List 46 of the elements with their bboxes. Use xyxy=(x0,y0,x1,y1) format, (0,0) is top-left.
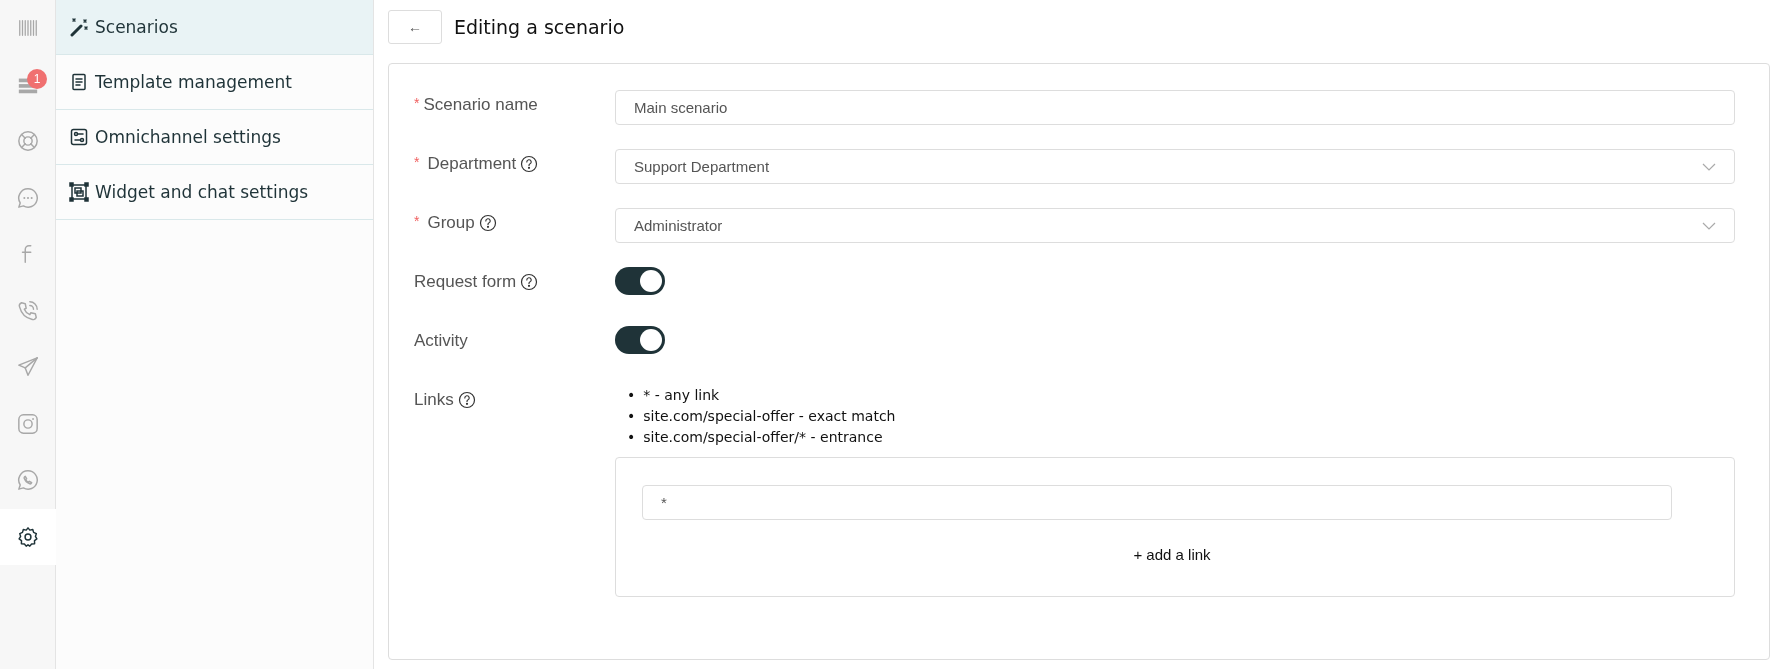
sidebar-item[interactable]: Scenarios xyxy=(56,0,373,55)
hint-text: * - any link xyxy=(643,386,720,405)
page-title: Editing a scenario xyxy=(454,16,625,38)
frame-icon xyxy=(69,182,89,202)
select-field[interactable]: Support Department xyxy=(615,149,1735,184)
toggle-switch[interactable] xyxy=(615,267,665,295)
text-input[interactable]: Main scenario xyxy=(615,90,1735,125)
sidebar-item[interactable]: Omnichannel settings xyxy=(56,110,373,165)
sliders-icon xyxy=(69,127,89,147)
required-mark: * xyxy=(414,154,420,170)
select-field[interactable]: Administrator xyxy=(615,208,1735,243)
toggle-switch[interactable] xyxy=(615,326,665,354)
settings-icon xyxy=(17,525,39,548)
bullet: • xyxy=(627,386,636,405)
lifebuoy-icon xyxy=(16,130,39,153)
notification-badge: 1 xyxy=(27,68,47,89)
field-label: Scenario name xyxy=(423,95,538,115)
camera-icon xyxy=(16,412,39,435)
chevron-down-icon xyxy=(1702,221,1716,230)
bullet: • xyxy=(627,407,636,426)
add-link-button[interactable]: + add a link xyxy=(1129,542,1215,567)
bullet: • xyxy=(627,428,636,447)
field-label: Group xyxy=(427,213,475,233)
sidebar-item[interactable]: Widget and chat settings xyxy=(56,165,373,220)
help-icon[interactable] xyxy=(520,155,539,173)
field-label: Links xyxy=(414,390,454,410)
chevron-down-icon xyxy=(1702,162,1716,171)
link-input[interactable]: * xyxy=(642,485,1672,520)
document-icon xyxy=(69,72,89,92)
hint-text: site.com/special-offer/* - entrance xyxy=(643,428,883,447)
required-mark: * xyxy=(414,95,420,111)
sidebar-item[interactable]: Template management xyxy=(56,55,373,110)
field-label: Department xyxy=(427,154,517,174)
help-icon[interactable] xyxy=(478,214,497,232)
required-mark: * xyxy=(414,213,420,229)
back-button[interactable]: ← xyxy=(388,10,442,44)
hint-text: site.com/special-offer - exact match xyxy=(643,407,896,426)
help-icon[interactable] xyxy=(457,391,476,409)
phone-bubble-icon xyxy=(16,469,39,492)
chat-bubble-icon xyxy=(16,186,39,209)
paper-plane-icon xyxy=(16,356,39,379)
help-icon[interactable] xyxy=(520,273,539,291)
magic-wand-icon xyxy=(69,17,89,37)
field-label: Activity xyxy=(414,331,468,351)
field-label: Request form xyxy=(414,272,517,292)
phone-icon xyxy=(16,299,39,322)
